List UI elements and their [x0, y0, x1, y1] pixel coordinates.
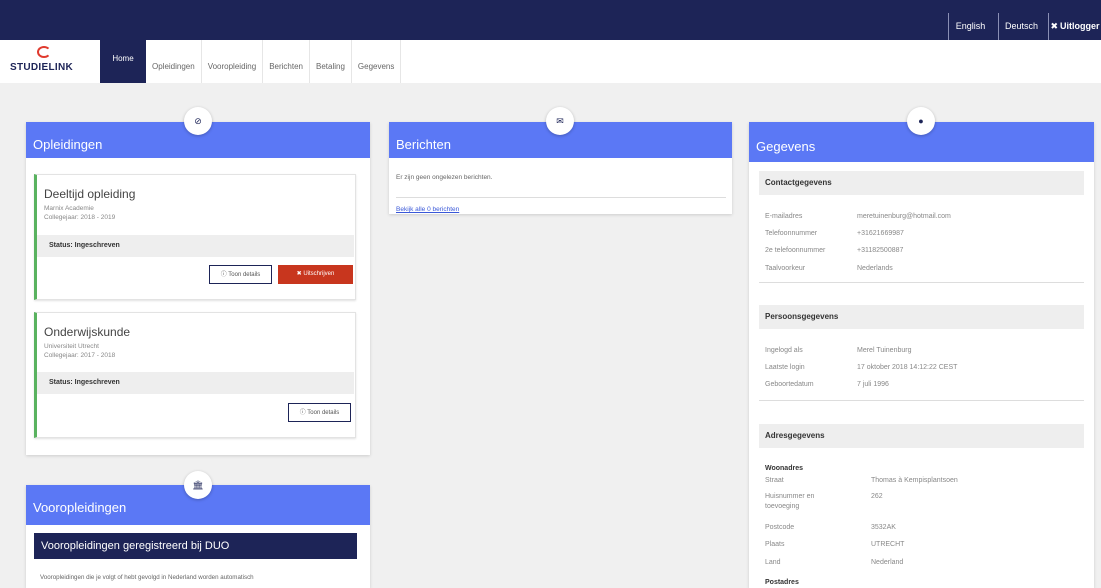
adresgegevens-heading: Adresgegevens	[759, 424, 1084, 448]
english-button[interactable]: English	[948, 13, 992, 40]
opleiding-name: Deeltijd opleiding	[44, 187, 136, 201]
gegevens-card: Gegevens Contactgegevens E-mailadres mer…	[749, 122, 1094, 588]
contact-value: Nederlands	[857, 265, 893, 272]
contact-label: 2e telefoonnummer	[765, 247, 826, 254]
contact-label: Telefoonnummer	[765, 230, 818, 237]
opleiding-status: Status: Ingeschreven	[37, 372, 354, 394]
postadres-heading: Postadres	[765, 579, 799, 586]
duo-banner: Vooropleidingen geregistreerd bij DUO	[34, 533, 357, 559]
deutsch-button[interactable]: Deutsch	[998, 13, 1044, 40]
adres-label: Land	[765, 559, 781, 566]
bank-icon: 🏛	[184, 471, 212, 499]
logout-label: Uitlogger	[1060, 21, 1100, 31]
uitschrijven-label: Uitschrijven	[303, 271, 335, 277]
toon-details-label: Toon details	[228, 272, 261, 278]
contactgegevens-heading: Contactgegevens	[759, 171, 1084, 195]
toon-details-button[interactable]: ⓘ Toon details	[209, 265, 272, 284]
logout-button[interactable]: ✖ Uitlogger	[1048, 13, 1101, 40]
persoon-value: Merel Tuinenburg	[857, 347, 912, 354]
vooropleidingen-card: Vooropleidingen Vooropleidingen geregist…	[26, 485, 370, 588]
berichten-card: Berichten Er zijn geen ongelezen bericht…	[389, 122, 732, 214]
bekijk-berichten-link[interactable]: Bekijk alle 0 berichten	[396, 206, 459, 213]
persoon-label: Geboortedatum	[765, 381, 814, 388]
adres-value: Thomas à Kempisplantsoen	[871, 477, 958, 484]
studielink-logo[interactable]: STUDIELINK	[10, 44, 80, 80]
opleiding-institution: Marnix Academie	[44, 205, 94, 212]
persoon-value: 17 oktober 2018 14:12:22 CEST	[857, 364, 958, 371]
close-icon: ✖	[1050, 21, 1059, 31]
divider	[759, 282, 1084, 283]
check-circle-icon: ⊘	[184, 107, 212, 135]
adres-value: UTRECHT	[871, 541, 905, 548]
contact-value: meretuinenburg@hotmail.com	[857, 213, 951, 220]
adres-label: Straat	[765, 477, 784, 484]
logo-swirl-icon	[37, 46, 51, 58]
tab-home[interactable]: Home	[100, 34, 146, 83]
vooropleidingen-text: Vooropleidingen die je volgt of hebt gev…	[40, 574, 254, 581]
divider	[396, 197, 726, 198]
adres-value: 262	[871, 493, 883, 500]
uitschrijven-button[interactable]: ✖ Uitschrijven	[278, 265, 353, 284]
top-bar: English Deutsch ✖ Uitlogger	[0, 0, 1101, 40]
opleiding-status: Status: Ingeschreven	[37, 235, 354, 257]
tab-gegevens[interactable]: Gegevens	[352, 40, 402, 83]
opleiding-institution: Universiteit Utrecht	[44, 343, 99, 350]
persoon-value: 7 juli 1996	[857, 381, 889, 388]
woonadres-heading: Woonadres	[765, 465, 803, 472]
berichten-message: Er zijn geen ongelezen berichten.	[396, 174, 493, 181]
adres-label: Huisnummer en toevoeging	[765, 493, 815, 510]
contact-label: E-mailadres	[765, 213, 803, 220]
persoon-label: Ingelogd als	[765, 347, 803, 354]
persoonsgegevens-heading: Persoonsgegevens	[759, 305, 1084, 329]
persoon-label: Laatste login	[765, 364, 805, 371]
tab-opleidingen[interactable]: Opleidingen	[146, 40, 202, 83]
contact-value: +31621669987	[857, 230, 904, 237]
adres-label: Plaats	[765, 541, 785, 548]
contact-label: Taalvoorkeur	[765, 265, 806, 272]
adres-label: Postcode	[765, 524, 795, 531]
tab-berichten[interactable]: Berichten	[263, 40, 310, 83]
adres-value: Nederland	[871, 559, 904, 566]
tab-betaling[interactable]: Betaling	[310, 40, 352, 83]
user-icon: ●	[907, 107, 935, 135]
opleiding-year: Collegejaar: 2018 - 2019	[44, 214, 116, 221]
toon-details-button[interactable]: ⓘ Toon details	[288, 403, 351, 422]
opleidingen-card: Opleidingen Deeltijd opleiding Marnix Ac…	[26, 122, 370, 455]
nav-tabs: Opleidingen Vooropleiding Berichten Beta…	[146, 40, 402, 83]
opleiding-year: Collegejaar: 2017 - 2018	[44, 352, 116, 359]
tab-vooropleiding[interactable]: Vooropleiding	[202, 40, 264, 83]
adres-value: 3532AK	[871, 524, 896, 531]
envelope-icon: ✉	[546, 107, 574, 135]
toon-details-label: Toon details	[307, 410, 340, 416]
logo-text: STUDIELINK	[10, 62, 73, 73]
contact-value: +31182500887	[857, 247, 904, 254]
divider	[759, 400, 1084, 401]
opleiding-name: Onderwijskunde	[44, 325, 131, 339]
